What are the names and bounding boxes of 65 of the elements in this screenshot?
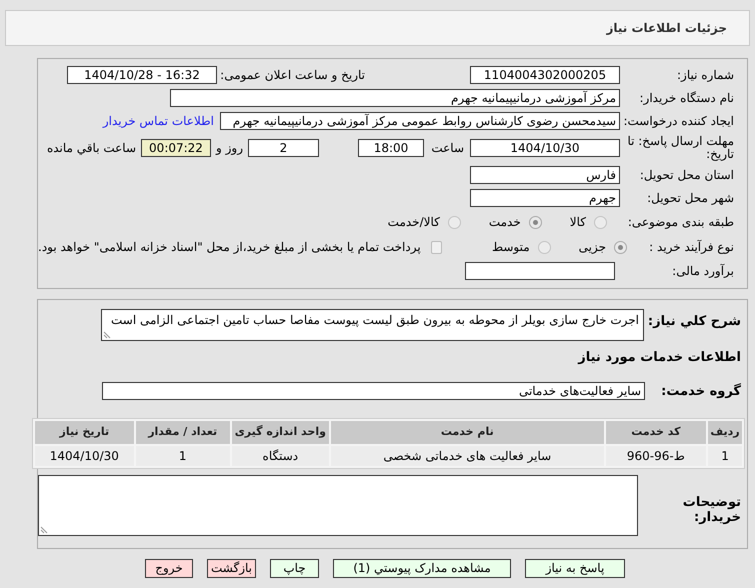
radio-button[interactable] [594,216,607,228]
table-cell: سایر فعالیت های خدماتی شخصی [330,446,604,466]
province-field: فارس [470,166,620,184]
estimate-field[interactable] [465,262,615,280]
creator-field: سیدمحسن رضوی کارشناس روابط عمومی مرکز آموزشی درمانیپیمانیه جهرم [220,112,620,130]
description-text: اجرت خارج سازی بویلر از محوطه به بیرون طبق لیست پیوست مفاصا حساب تامین اجتماعی الزامی است [110,313,639,327]
time-label: ساعت [430,140,464,157]
buyer-contact-link[interactable]: اطلاعات تماس خریدار [102,112,214,130]
field-label: مهلت ارسال پاسخ: تا تاریخ: [626,135,734,161]
action-button[interactable]: بازگشت [207,559,256,578]
notes-field[interactable] [38,475,638,536]
announce-date-field: 1404/10/28 - 16:32 [67,66,217,84]
radio-button[interactable] [448,216,461,228]
service-group-field: سایر فعالیت‌های خدماتی [102,382,645,400]
radio-label: کالا [570,214,586,231]
column-header: نام خدمت [330,421,604,444]
field-label: برآورد مالی: [671,263,734,280]
field-label: توضیحات خریدار: [682,495,741,525]
column-header: واحد اندازه گیری [232,421,329,444]
field-label: شهر محل تحویل: [646,190,734,207]
table-cell: 1 [136,446,230,466]
field-label: ایجاد کننده درخواست: [622,113,734,130]
resize-grip-icon [40,526,48,534]
radio-label: جزیی [578,239,606,256]
payment-checkbox[interactable] [430,240,442,254]
radio-label: خدمت [488,214,521,231]
column-header: تعداد / مقدار [136,421,230,444]
remaining-label: ساعت باقي مانده [46,140,136,157]
need-number-field: 1104004302000205 [470,66,620,84]
deadline-date-field: 1404/10/30 [470,139,620,157]
action-button[interactable]: خروج [145,559,193,578]
radio-button[interactable] [538,240,551,254]
days-field: 2 [248,139,319,157]
remaining-time-field: 00:07:22 [141,139,211,157]
table-cell: 1 [708,446,742,466]
section-title: اطلاعات خدمات مورد نیاز [576,349,741,367]
field-label: طبقه بندی موضوعی: [626,214,734,231]
action-button[interactable]: مشاهده مدارک پیوستي (1) [333,559,511,578]
field-label: گروه خدمت: [660,382,741,400]
city-field: جهرم [470,189,620,207]
field-label: شرح کلي نیاز: [646,313,741,331]
field-label: شماره نیاز: [676,67,734,84]
column-header: ردیف [708,421,742,444]
buyer-field: مرکز آموزشی درمانیپیمانیه جهرم [170,89,620,107]
field-label: نام دستگاه خریدار: [638,90,734,107]
field-label: تاریخ و ساعت اعلان عمومی: [219,67,365,84]
column-header: کد خدمت [606,421,706,444]
table-cell: 1404/10/30 [35,446,134,466]
column-header: تاریخ نیاز [35,421,134,444]
action-button[interactable]: پاسخ به نیاز [525,559,625,578]
action-button[interactable]: چاپ [270,559,319,578]
days-label: روز و [216,140,243,157]
resize-grip-icon [103,331,111,339]
description-field[interactable]: اجرت خارج سازی بویلر از محوطه به بیرون طبق لیست پیوست مفاصا حساب تامین اجتماعی الزامی است [101,309,644,341]
field-label: استان محل تحویل: [638,167,734,184]
field-label: نوع فرآیند خرید : [648,239,734,256]
table-cell: ط-96-960 [606,446,706,466]
radio-label: متوسط [492,239,530,256]
payment-label: پرداخت تمام یا بخشی از مبلغ خرید،از محل "اسناد خزانه اسلامی" خواهد بود. [38,239,421,256]
radio-label: کالا/خدمت [388,214,440,231]
radio-button[interactable] [614,240,628,254]
radio-button[interactable] [528,216,542,228]
deadline-time-field: 18:00 [358,139,424,157]
page-title: جزئیات اطلاعات نیاز [606,20,727,37]
table-cell: دستگاه [232,446,329,466]
